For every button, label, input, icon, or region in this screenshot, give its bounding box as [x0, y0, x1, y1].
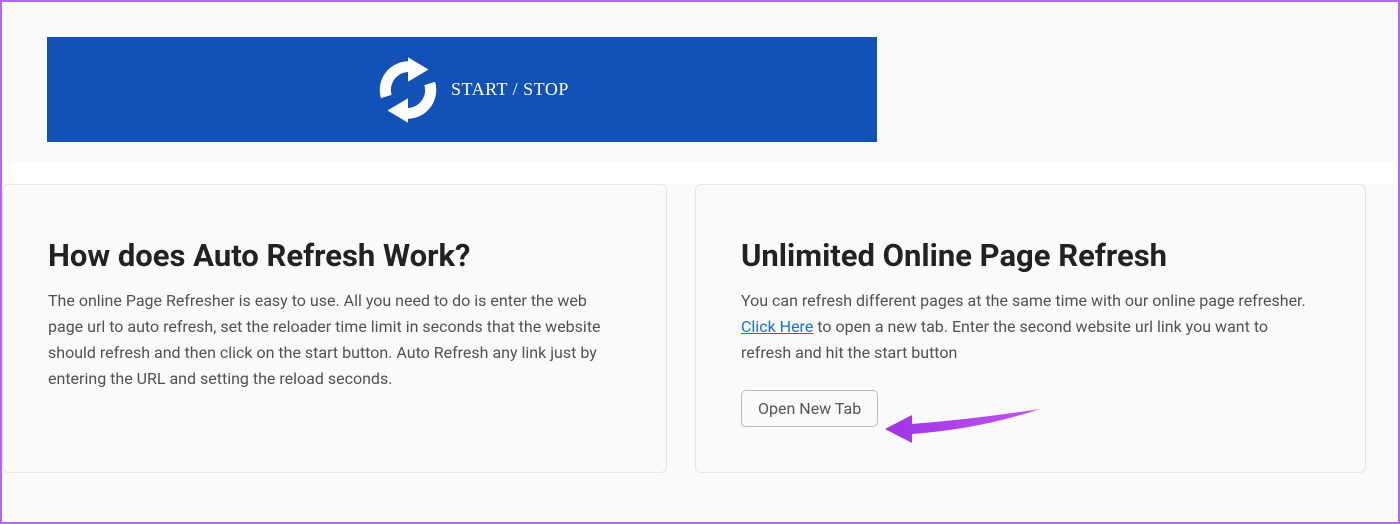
banner-inner: START / STOP	[367, 49, 569, 131]
open-new-tab-button[interactable]: Open New Tab	[741, 390, 878, 427]
info-cards-row: How does Auto Refresh Work? The online P…	[2, 184, 1398, 473]
section-divider	[2, 162, 1398, 184]
top-banner-section: START / STOP	[2, 37, 1398, 162]
unlimited-refresh-card: Unlimited Online Page Refresh You can re…	[695, 184, 1366, 473]
unlimited-refresh-body: You can refresh different pages at the s…	[741, 288, 1320, 366]
refresh-icon	[367, 49, 449, 131]
start-stop-banner[interactable]: START / STOP	[47, 37, 877, 142]
how-it-works-card: How does Auto Refresh Work? The online P…	[2, 184, 667, 473]
unlimited-refresh-heading: Unlimited Online Page Refresh	[741, 237, 1320, 274]
body-text-after: to open a new tab. Enter the second webs…	[741, 317, 1268, 362]
click-here-link[interactable]: Click Here	[741, 317, 813, 336]
banner-label: START / STOP	[451, 79, 569, 100]
how-it-works-body: The online Page Refresher is easy to use…	[48, 288, 621, 392]
body-text-before: You can refresh different pages at the s…	[741, 291, 1306, 310]
how-it-works-heading: How does Auto Refresh Work?	[48, 237, 621, 274]
